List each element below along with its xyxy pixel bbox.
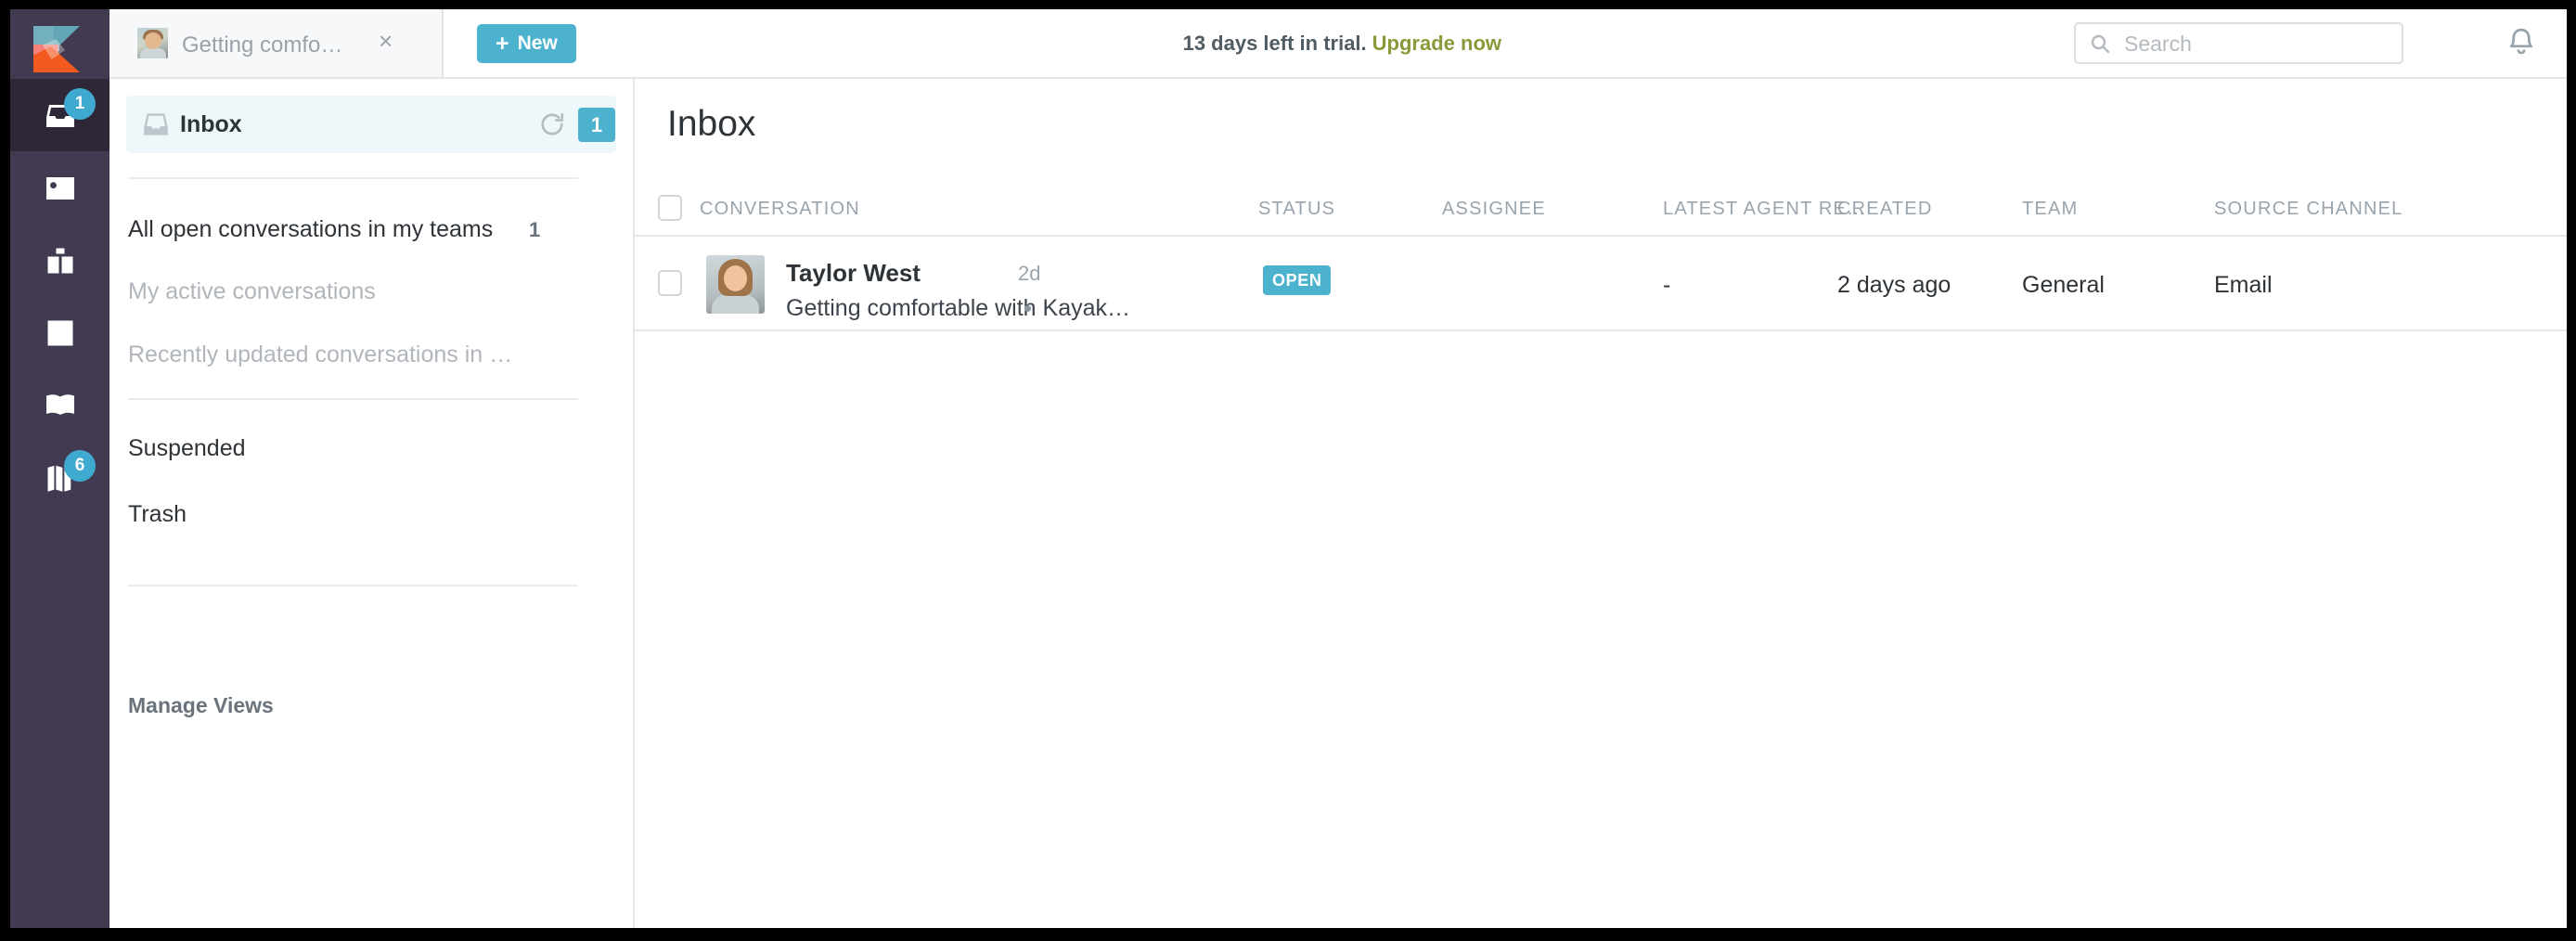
avatar xyxy=(706,255,765,314)
view-item-all-open[interactable]: All open conversations in my teams 1 xyxy=(128,216,592,243)
sidebar-item-inbox[interactable]: 1 xyxy=(10,79,109,151)
search-box[interactable] xyxy=(2074,22,2403,64)
inbox-icon xyxy=(143,112,169,136)
table-header-row: CONVERSATION STATUS ASSIGNEE LATEST AGEN… xyxy=(635,184,2567,237)
bell-icon[interactable] xyxy=(2505,26,2537,61)
view-item-recently-updated[interactable]: Recently updated conversations in … xyxy=(128,342,592,368)
sidebar-item-guides[interactable]: 6 xyxy=(10,441,109,513)
row-select-checkbox[interactable] xyxy=(658,270,682,296)
new-button[interactable]: + New xyxy=(477,24,576,63)
column-header-source-channel[interactable]: SOURCE CHANNEL xyxy=(2214,199,2403,220)
tab-title: Getting comfo… xyxy=(182,32,343,58)
views-sidebar: Inbox 1 All open conversations in my tea… xyxy=(109,79,635,928)
column-header-latest-agent-reply[interactable]: LATEST AGENT RE… xyxy=(1663,199,1866,220)
open-book-icon xyxy=(42,389,79,422)
view-item-trash[interactable]: Trash xyxy=(128,501,592,528)
search-input[interactable] xyxy=(2122,24,2395,64)
requester-name: Taylor West xyxy=(786,259,921,287)
view-item-label: Suspended xyxy=(128,435,246,461)
application-window: 1 6 Getting comfo… × + New 13 days left … xyxy=(10,9,2567,928)
sidebar-item-organizations[interactable] xyxy=(10,224,109,296)
trial-text: 13 days left in trial. xyxy=(1182,32,1367,55)
manage-views-link[interactable]: Manage Views xyxy=(128,693,274,718)
main-content: Inbox CONVERSATION STATUS ASSIGNEE LATES… xyxy=(635,79,2567,928)
views-header-title: Inbox xyxy=(180,111,242,137)
view-item-label: Trash xyxy=(128,501,187,527)
app-logo[interactable] xyxy=(10,9,109,79)
tab-avatar xyxy=(137,28,168,58)
column-header-created[interactable]: CREATED xyxy=(1837,199,1932,220)
trial-notice: 13 days left in trial. Upgrade now xyxy=(1183,32,1501,56)
tab-conversation[interactable]: Getting comfo… × xyxy=(109,9,444,77)
bar-chart-icon xyxy=(42,316,79,350)
view-item-label: My active conversations xyxy=(128,278,376,304)
sidebar-item-contacts[interactable] xyxy=(10,151,109,224)
views-header[interactable]: Inbox 1 xyxy=(126,96,616,153)
upgrade-now-link[interactable]: Upgrade now xyxy=(1372,32,1501,55)
view-item-suspended[interactable]: Suspended xyxy=(128,435,592,462)
page-title: Inbox xyxy=(667,104,756,144)
view-item-label: Recently updated conversations in … xyxy=(128,342,513,367)
conversation-age: 2d xyxy=(1018,262,1041,285)
cell-latest-agent-reply: - xyxy=(1663,272,1671,298)
cell-created: 2 days ago xyxy=(1837,272,1951,298)
view-item-my-active[interactable]: My active conversations xyxy=(128,278,592,305)
column-header-status[interactable]: STATUS xyxy=(1258,199,1335,220)
close-icon[interactable]: × xyxy=(379,29,393,53)
buildings-icon xyxy=(42,244,79,277)
contact-card-icon xyxy=(42,172,79,205)
plus-icon: + xyxy=(496,30,509,57)
primary-navigation-rail: 1 6 xyxy=(10,9,109,928)
divider xyxy=(128,398,578,400)
cell-source-channel: Email xyxy=(2214,272,2273,298)
new-button-label: New xyxy=(517,32,558,54)
divider xyxy=(128,585,578,587)
table-row[interactable]: Taylor West 2d Getting comfortable with … xyxy=(635,237,2567,331)
search-icon xyxy=(2089,32,2111,55)
divider xyxy=(128,177,578,179)
top-bar: Getting comfo… × + New 13 days left in t… xyxy=(109,9,2567,79)
status-badge: OPEN xyxy=(1263,265,1332,295)
kayako-logo-icon xyxy=(33,26,80,72)
view-item-label: All open conversations in my teams xyxy=(128,216,494,242)
column-header-team[interactable]: TEAM xyxy=(2022,199,2078,220)
cell-team: General xyxy=(2022,272,2105,298)
select-all-checkbox[interactable] xyxy=(658,195,682,221)
guides-badge: 6 xyxy=(64,450,96,482)
column-header-conversation[interactable]: CONVERSATION xyxy=(700,199,860,220)
sidebar-item-knowledge-base[interactable] xyxy=(10,368,109,441)
unread-dot-icon xyxy=(1024,305,1031,312)
sidebar-item-reports[interactable] xyxy=(10,296,109,368)
view-item-count: 1 xyxy=(529,218,541,241)
views-unread-count: 1 xyxy=(578,108,615,142)
conversation-subject: Getting comfortable with Kayak… xyxy=(786,295,1130,321)
refresh-icon[interactable] xyxy=(538,110,566,138)
inbox-badge: 1 xyxy=(64,88,96,120)
column-header-assignee[interactable]: ASSIGNEE xyxy=(1442,199,1546,220)
